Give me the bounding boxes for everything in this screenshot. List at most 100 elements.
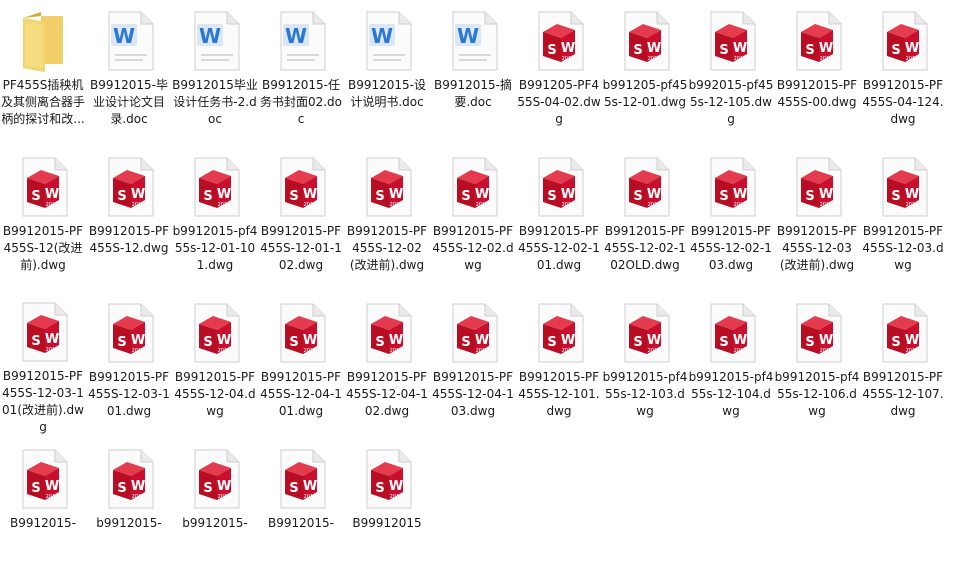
svg-text:2016: 2016	[304, 494, 317, 500]
file-name-label: b9912015-	[96, 516, 162, 530]
file-item[interactable]: S W 2016 B9912015-PF455S-00.dwg	[774, 4, 860, 144]
file-item[interactable]: S W 2016 b991205-pf455s-12-01.dwg	[602, 4, 688, 144]
file-item[interactable]: S W 2016 b9912015-pf455s-12-103.dwg	[602, 296, 688, 436]
file-name-label: B9912015-PF455S-12-04-101.dwg	[260, 370, 342, 418]
file-item[interactable]: W B9912015-毕业设计论文目录.doc	[86, 4, 172, 144]
file-name-label: B9912015-PF455S-12(改进前).dwg	[2, 224, 84, 272]
svg-text:W: W	[561, 333, 575, 348]
file-item[interactable]: S W 2016 B9912015-	[0, 442, 86, 582]
file-item[interactable]: S W 2016 b9912015-pf455s-12-106.dwg	[774, 296, 860, 436]
file-item[interactable]: S W 2016 B9912015-PF455S-12-03.dwg	[860, 150, 946, 290]
file-item[interactable]: S W 2016 B9912015-PF455S-12-04-102.dwg	[344, 296, 430, 436]
file-item[interactable]: S W 2016 b9912015-	[172, 442, 258, 582]
svg-text:S: S	[289, 335, 298, 350]
svg-text:W: W	[819, 333, 833, 348]
svg-text:W: W	[389, 333, 403, 348]
svg-text:W: W	[389, 479, 403, 494]
file-name-label: B9912015-毕业设计论文目录.doc	[89, 78, 168, 126]
file-item[interactable]: S W 2016 B9912015-PF455S-12-101.dwg	[516, 296, 602, 436]
file-name-label: B9912015-PF455S-12-02-102OLD.dwg	[604, 224, 686, 272]
file-item[interactable]: S W 2016 b992015-pf455s-12-105.dwg	[688, 4, 774, 144]
svg-text:S: S	[375, 189, 384, 204]
svg-text:2016: 2016	[648, 56, 661, 62]
file-item[interactable]: S W 2016 B9912015-PF455S-12-04-103.dwg	[430, 296, 516, 436]
file-name-label: b9912015-	[182, 516, 248, 530]
file-item[interactable]: W B9912015毕业设计任务书-2.doc	[172, 4, 258, 144]
file-item[interactable]: S W 2016 B9912015-PF455S-12-02-103.dwg	[688, 150, 774, 290]
file-item[interactable]: W B9912015-摘要.doc	[430, 4, 516, 144]
svg-text:W: W	[733, 187, 747, 202]
file-item[interactable]: S W 2016 B9912015-PF455S-04-124.dwg	[860, 4, 946, 144]
solidworks-dwg-icon: S W 2016	[344, 442, 430, 510]
solidworks-dwg-icon: S W 2016	[602, 4, 688, 72]
svg-text:W: W	[819, 187, 833, 202]
file-item[interactable]: W B9912015-设计说明书.doc	[344, 4, 430, 144]
file-item[interactable]: S W 2016 B9912015-PF455S-12-02.dwg	[430, 150, 516, 290]
file-item[interactable]: S W 2016 B9912015-PF455S-12-02(改进前).dwg	[344, 150, 430, 290]
file-item[interactable]: S W 2016 B9912015-PF455S-12-02-102OLD.dw…	[602, 150, 688, 290]
word-doc-icon: W	[430, 4, 516, 72]
file-item[interactable]: S W 2016 B9912015-PF455S-12(改进前).dwg	[0, 150, 86, 290]
file-item[interactable]: S W 2016 B9912015-PF455S-12-03-101(改进前).…	[0, 296, 86, 436]
svg-text:W: W	[475, 187, 489, 202]
file-name-label: B9912015-	[9, 516, 76, 530]
svg-text:2016: 2016	[648, 202, 661, 208]
svg-text:S: S	[805, 335, 814, 350]
file-item[interactable]: S W 2016 B9912015-PF455S-12-03-101.dwg	[86, 296, 172, 436]
file-item[interactable]: S W 2016 B9912015-	[258, 442, 344, 582]
svg-text:W: W	[45, 332, 59, 347]
file-item[interactable]: S W 2016 b9912015-pf455s-12-104.dwg	[688, 296, 774, 436]
file-item[interactable]: PF455S插秧机及其侧离合器手柄的探讨和改...	[0, 4, 86, 144]
svg-text:2016: 2016	[46, 347, 59, 353]
svg-text:2016: 2016	[46, 494, 59, 500]
file-item[interactable]: S W 2016 B9912015-PF455S-12-01-102.dwg	[258, 150, 344, 290]
file-item[interactable]: S W 2016 B9912015-PF455S-12.dwg	[86, 150, 172, 290]
svg-text:S: S	[461, 335, 470, 350]
solidworks-dwg-icon: S W 2016	[172, 442, 258, 510]
svg-text:S: S	[203, 189, 212, 204]
solidworks-dwg-icon: S W 2016	[860, 4, 946, 72]
file-name-label: B9912015-PF455S-12-02.dwg	[432, 224, 514, 272]
file-item[interactable]: S W 2016 B99912015	[344, 442, 430, 582]
folder-icon	[0, 4, 86, 72]
file-name-label: B9912015-PF455S-00.dwg	[776, 78, 858, 109]
file-name-label: B9912015-PF455S-12-02-103.dwg	[690, 224, 772, 272]
svg-text:2016: 2016	[132, 348, 145, 354]
svg-text:S: S	[633, 189, 642, 204]
svg-text:W: W	[131, 479, 145, 494]
svg-text:W: W	[457, 24, 479, 48]
file-item[interactable]: S W 2016 B991205-PF455S-04-02.dwg	[516, 4, 602, 144]
file-item[interactable]: S W 2016 B9912015-PF455S-12-107.dwg	[860, 296, 946, 436]
svg-text:W: W	[389, 187, 403, 202]
svg-text:2016: 2016	[906, 202, 919, 208]
file-name-label: b992015-pf455s-12-105.dwg	[688, 78, 774, 126]
solidworks-dwg-icon: S W 2016	[516, 150, 602, 218]
svg-text:W: W	[647, 333, 661, 348]
file-item[interactable]: S W 2016 B9912015-PF455S-12-04-101.dwg	[258, 296, 344, 436]
file-name-label: B9912015-PF455S-12-03-101.dwg	[88, 370, 170, 418]
solidworks-dwg-icon: S W 2016	[344, 150, 430, 218]
solidworks-dwg-icon: S W 2016	[258, 296, 344, 364]
file-name-label: B9912015-PF455S-12-101.dwg	[518, 370, 600, 418]
file-item[interactable]: S W 2016 b9912015-pf455s-12-01-101.dwg	[172, 150, 258, 290]
svg-text:S: S	[547, 43, 556, 58]
svg-text:W: W	[561, 41, 575, 56]
svg-text:W: W	[647, 41, 661, 56]
svg-text:W: W	[371, 24, 393, 48]
svg-text:2016: 2016	[906, 56, 919, 62]
file-item[interactable]: S W 2016 b9912015-	[86, 442, 172, 582]
file-name-label: b9912015-pf455s-12-106.dwg	[774, 370, 860, 418]
svg-text:S: S	[805, 189, 814, 204]
svg-text:2016: 2016	[820, 56, 833, 62]
file-item[interactable]: S W 2016 B9912015-PF455S-12-02-101.dwg	[516, 150, 602, 290]
svg-text:W: W	[217, 333, 231, 348]
svg-text:S: S	[375, 481, 384, 496]
file-item[interactable]: S W 2016 B9912015-PF455S-12-04.dwg	[172, 296, 258, 436]
svg-text:S: S	[547, 189, 556, 204]
solidworks-dwg-icon: S W 2016	[516, 4, 602, 72]
solidworks-dwg-icon: S W 2016	[602, 150, 688, 218]
svg-text:2016: 2016	[562, 56, 575, 62]
word-doc-icon: W	[172, 4, 258, 72]
file-item[interactable]: W B9912015-任务书封面02.doc	[258, 4, 344, 144]
file-item[interactable]: S W 2016 B9912015-PF455S-12-03(改进前).dwg	[774, 150, 860, 290]
